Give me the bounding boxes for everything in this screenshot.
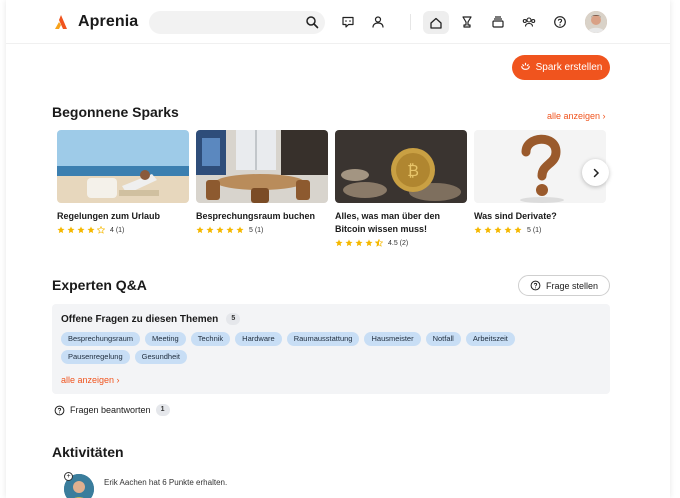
open-questions-header: Offene Fragen zu diesen Themen 5 <box>61 313 241 325</box>
topic-tag[interactable]: Pausenregelung <box>61 350 130 364</box>
people-button[interactable] <box>368 12 388 32</box>
topic-tag[interactable]: Hardware <box>235 332 282 346</box>
stack-button[interactable] <box>488 12 508 32</box>
topic-tag[interactable]: Hausmeister <box>364 332 421 346</box>
spark-icon <box>520 62 530 70</box>
star-half-icon <box>375 239 383 247</box>
answer-questions-count: 1 <box>155 404 170 416</box>
home-icon <box>430 17 442 29</box>
activity-text: Erik Aachen hat 6 Punkte erhalten. <box>104 478 228 487</box>
star-rating: 5 (1) <box>474 226 606 234</box>
star-filled-icon <box>484 226 492 234</box>
spark-image-beach <box>57 130 189 203</box>
plus-icon: + <box>64 472 73 481</box>
topic-tag[interactable]: Meeting <box>145 332 186 346</box>
user-avatar[interactable] <box>585 11 607 33</box>
star-filled-icon <box>216 226 224 234</box>
star-filled-icon <box>236 226 244 234</box>
answer-questions-link[interactable]: Fragen beantworten 1 <box>54 404 170 416</box>
question-bubble-icon <box>54 405 65 415</box>
star-rating: 5 (1) <box>196 226 328 234</box>
star-filled-icon <box>335 239 343 247</box>
star-filled-icon <box>504 226 512 234</box>
create-spark-button[interactable]: Spark erstellen <box>512 55 610 80</box>
open-questions-title: Offene Fragen zu diesen Themen <box>61 313 219 325</box>
topic-tag[interactable]: Arbeitszeit <box>465 332 515 346</box>
rating-count: 4 (1) <box>110 226 125 234</box>
topic-tags: Besprechungsraum Meeting Technik Hardwar… <box>61 332 581 364</box>
activities-section-title: Aktivitäten <box>52 444 124 460</box>
star-filled-icon <box>474 226 482 234</box>
chevron-right-icon <box>593 168 599 177</box>
app-name: Aprenia <box>78 13 139 30</box>
profile-photo <box>585 11 607 33</box>
community-button[interactable] <box>519 12 539 32</box>
topic-tag[interactable]: Raumausstattung <box>286 332 360 346</box>
star-rating: 4.5 (2) <box>335 239 467 247</box>
ask-question-button[interactable]: Frage stellen <box>518 275 610 296</box>
spark-image-meeting-room <box>196 130 328 203</box>
app-logo[interactable]: Aprenia <box>52 11 138 33</box>
trophy-icon <box>462 16 472 28</box>
help-button[interactable] <box>550 12 570 32</box>
aprenia-logo-icon <box>55 15 67 29</box>
ask-question-label: Frage stellen <box>545 280 599 291</box>
sparks-section-title: Begonnene Sparks <box>52 104 179 120</box>
search-input[interactable] <box>159 14 299 31</box>
topic-tag[interactable]: Technik <box>190 332 231 346</box>
open-questions-panel: Offene Fragen zu diesen Themen 5 Besprec… <box>52 304 610 394</box>
header-divider <box>410 14 411 30</box>
star-filled-icon <box>67 226 75 234</box>
star-filled-icon <box>196 226 204 234</box>
carousel-next-button[interactable] <box>582 159 609 186</box>
community-icon <box>522 17 536 27</box>
rating-count: 5 (1) <box>249 226 264 234</box>
app-window: Aprenia Spark erstellen Begonnene Sparks… <box>6 0 670 498</box>
search-bar <box>149 11 325 34</box>
search-icon[interactable] <box>305 15 319 29</box>
star-filled-icon <box>494 226 502 234</box>
create-spark-label: Spark erstellen <box>535 62 603 73</box>
help-icon <box>554 16 566 28</box>
star-filled-icon <box>365 239 373 247</box>
spark-card-title: Was sind Derivate? <box>474 211 557 221</box>
top-bar: Aprenia <box>6 0 670 44</box>
spark-card-title: Alles, was man über den Bitcoin wissen m… <box>335 211 441 234</box>
star-filled-icon <box>345 239 353 247</box>
topic-tag[interactable]: Gesundheit <box>134 350 188 364</box>
star-filled-icon <box>226 226 234 234</box>
chat-button[interactable] <box>338 12 358 32</box>
spark-card[interactable]: Regelungen zum Urlaub 4 (1) <box>57 130 189 234</box>
star-empty-icon <box>97 226 105 234</box>
rating-count: 5 (1) <box>527 226 542 234</box>
stack-icon <box>492 16 504 28</box>
qa-show-all-link[interactable]: alle anzeigen › <box>61 375 120 385</box>
spark-card-title: Besprechungsraum buchen <box>196 211 316 221</box>
spark-card[interactable]: Besprechungsraum buchen 5 (1) <box>196 130 328 234</box>
home-button[interactable] <box>423 11 449 34</box>
star-rating: 4 (1) <box>57 226 189 234</box>
rating-count: 4.5 (2) <box>388 239 409 247</box>
star-filled-icon <box>77 226 85 234</box>
qa-section-title: Experten Q&A <box>52 277 147 293</box>
spark-image-bitcoin: ₿ <box>335 130 467 203</box>
sparks-show-all-link[interactable]: alle anzeigen › <box>547 111 606 121</box>
open-questions-count: 5 <box>226 313 241 325</box>
question-bubble-icon <box>530 280 541 291</box>
topic-tag[interactable]: Besprechungsraum <box>61 332 141 346</box>
star-filled-icon <box>57 226 65 234</box>
people-icon <box>372 16 384 28</box>
chat-bubble-icon <box>342 16 354 28</box>
star-filled-icon <box>206 226 214 234</box>
topic-tag[interactable]: Notfall <box>425 332 461 346</box>
activity-item: + Erik Aachen hat 6 Punkte erhalten. <box>64 472 484 498</box>
star-filled-icon <box>87 226 95 234</box>
answer-questions-label: Fragen beantworten <box>70 405 151 415</box>
svg-text:₿: ₿ <box>407 161 419 180</box>
star-filled-icon <box>355 239 363 247</box>
trophy-button[interactable] <box>457 12 477 32</box>
star-filled-icon <box>514 226 522 234</box>
spark-card-title: Regelungen zum Urlaub <box>57 211 161 221</box>
spark-card[interactable]: ₿ Alles, was man über den Bitcoin wissen… <box>335 130 467 247</box>
